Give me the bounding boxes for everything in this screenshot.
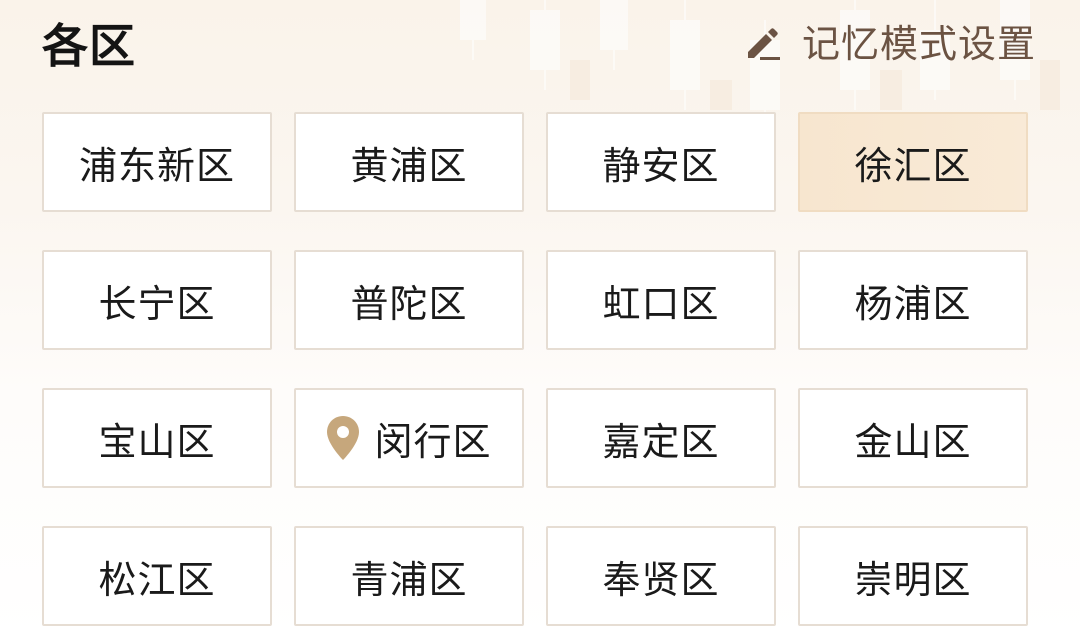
district-xuhui-selected[interactable]: 徐汇区 (798, 112, 1028, 212)
district-jingan[interactable]: 静安区 (546, 112, 776, 212)
district-label: 黄浦区 (350, 143, 468, 188)
district-label: 闵行区 (374, 419, 492, 464)
district-label: 崇明区 (854, 557, 972, 602)
district-label: 松江区 (98, 557, 216, 602)
district-songjiang[interactable]: 松江区 (42, 526, 272, 626)
memory-mode-settings-button[interactable]: 记忆模式设置 (740, 14, 1036, 74)
memory-mode-settings-label: 记忆模式设置 (801, 22, 1036, 66)
district-huangpu[interactable]: 黄浦区 (294, 112, 524, 212)
district-label: 浦东新区 (78, 143, 235, 188)
district-label: 静安区 (602, 143, 720, 188)
district-label: 徐汇区 (854, 143, 972, 188)
district-label: 奉贤区 (602, 557, 720, 602)
header: 各区 记忆模式设置 (0, 0, 1080, 100)
district-grid: 浦东新区 黄浦区 静安区 徐汇区 长宁区 普陀区 虹口区 杨浦区 宝山区 闵行区… (42, 112, 1028, 626)
district-label: 嘉定区 (602, 419, 720, 464)
district-minhang[interactable]: 闵行区 (294, 388, 524, 488)
district-chongming[interactable]: 崇明区 (798, 526, 1028, 626)
district-jinshan[interactable]: 金山区 (798, 388, 1028, 488)
district-label: 宝山区 (98, 419, 216, 464)
section-title: 各区 (42, 19, 136, 73)
district-label: 金山区 (854, 419, 972, 464)
location-pin-icon (326, 415, 360, 461)
district-putuo[interactable]: 普陀区 (294, 250, 524, 350)
district-yangpu[interactable]: 杨浦区 (798, 250, 1028, 350)
district-baoshan[interactable]: 宝山区 (42, 388, 272, 488)
pencil-icon (740, 22, 784, 66)
district-label: 长宁区 (98, 281, 216, 326)
district-changning[interactable]: 长宁区 (42, 250, 272, 350)
district-qingpu[interactable]: 青浦区 (294, 526, 524, 626)
district-label: 青浦区 (350, 557, 468, 602)
district-label: 杨浦区 (854, 281, 972, 326)
district-fengxian[interactable]: 奉贤区 (546, 526, 776, 626)
district-jiading[interactable]: 嘉定区 (546, 388, 776, 488)
district-label: 虹口区 (602, 281, 720, 326)
district-label: 普陀区 (350, 281, 468, 326)
district-hongkou[interactable]: 虹口区 (546, 250, 776, 350)
district-pudong[interactable]: 浦东新区 (42, 112, 272, 212)
